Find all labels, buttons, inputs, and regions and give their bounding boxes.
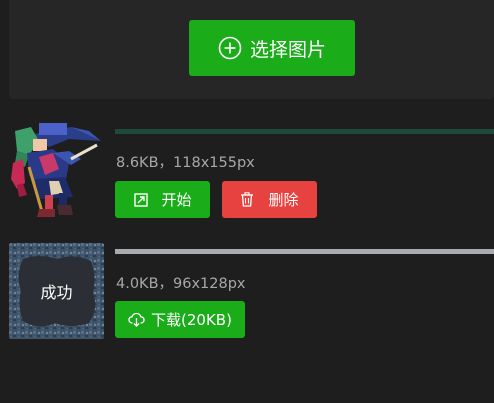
- image-item: 8.6KB，118x155px 开始 删除: [9, 123, 494, 219]
- upload-panel: 选择图片: [9, 0, 494, 99]
- trash-icon: [241, 192, 254, 207]
- plus-circle-icon: [218, 36, 242, 60]
- image-item: 成功 4.0KB，96x128px 下载(20KB): [9, 243, 494, 339]
- success-status: 成功: [40, 283, 73, 302]
- delete-button[interactable]: 删除: [222, 181, 317, 218]
- expand-icon: [134, 192, 149, 207]
- progress-fill: [115, 129, 494, 134]
- sprite-thumbnail[interactable]: [9, 123, 104, 219]
- download-label: 下载(20KB): [151, 311, 232, 329]
- result-thumbnail[interactable]: 成功: [9, 243, 104, 339]
- choose-image-button[interactable]: 选择图片: [189, 20, 355, 76]
- progress-bar: [115, 249, 494, 254]
- download-button[interactable]: 下载(20KB): [115, 301, 245, 338]
- start-label: 开始: [161, 191, 192, 209]
- image-meta: 4.0KB，96x128px: [116, 276, 246, 292]
- delete-label: 删除: [268, 191, 299, 209]
- progress-bar: [115, 129, 494, 134]
- choose-image-label: 选择图片: [249, 38, 326, 61]
- image-meta: 8.6KB，118x155px: [116, 155, 255, 171]
- start-button[interactable]: 开始: [115, 181, 210, 218]
- progress-fill: [115, 249, 494, 254]
- cloud-download-icon: [128, 312, 145, 327]
